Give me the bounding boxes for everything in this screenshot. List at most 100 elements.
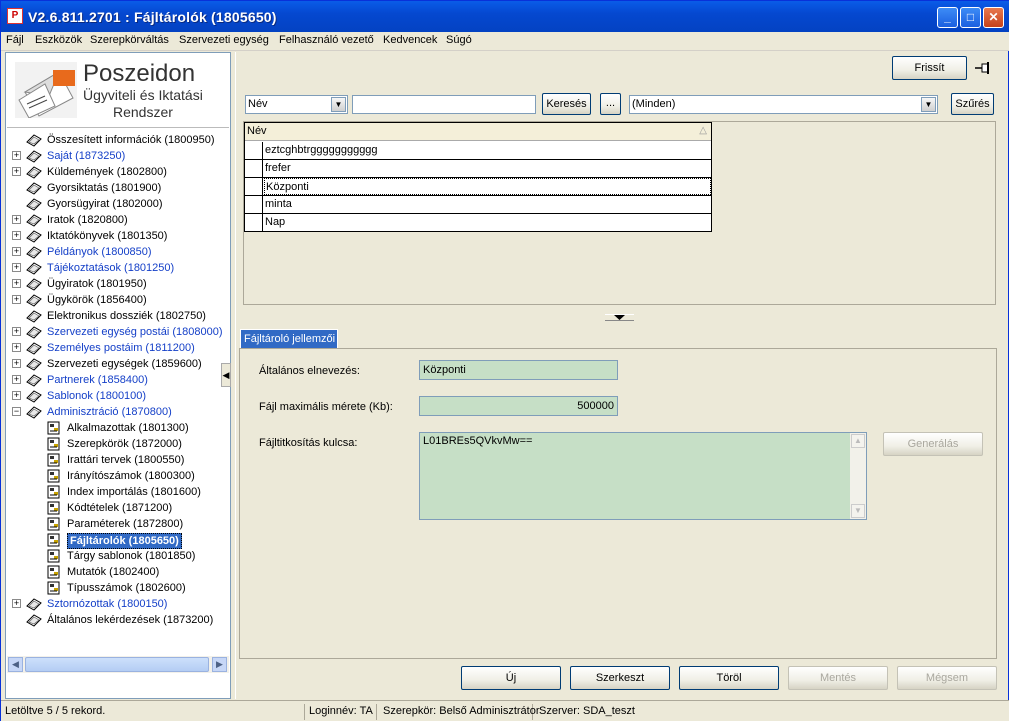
- search-field-select[interactable]: Név ▼: [245, 95, 348, 114]
- expand-icon[interactable]: +: [12, 327, 21, 336]
- folder-icon: [26, 198, 42, 211]
- chevron-down-icon[interactable]: ▼: [921, 97, 936, 112]
- tree-item-label: Irattári tervek (1800550): [67, 454, 185, 466]
- folder-icon: [26, 342, 42, 355]
- module-icon: [47, 517, 60, 531]
- scroll-down-icon[interactable]: ▼: [851, 504, 865, 518]
- title-bar[interactable]: P V2.6.811.2701 : Fájltárolók (1805650) …: [1, 1, 1009, 33]
- tree-item-label: Szerepkörök (1872000): [67, 438, 182, 450]
- tree-horizontal-scrollbar[interactable]: ◀ ▶: [7, 656, 229, 673]
- expand-down-icon: [614, 315, 625, 320]
- cancel-button[interactable]: Mégsem: [897, 666, 997, 690]
- sort-icon: △: [699, 125, 707, 136]
- table-row[interactable]: Nap: [245, 214, 711, 232]
- pin-icon[interactable]: [974, 61, 992, 75]
- logo-subtitle: Ügyviteli és Iktatási: [83, 87, 203, 103]
- tree-item-label: Tájékoztatások (1801250): [47, 262, 175, 274]
- tree-item-label: Iratok (1820800): [47, 214, 128, 226]
- minimize-button[interactable]: _: [937, 7, 958, 28]
- module-icon: [47, 453, 60, 467]
- menu-tools[interactable]: Eszközök: [35, 34, 82, 46]
- table-row[interactable]: Központi: [245, 178, 711, 196]
- menu-user-leader[interactable]: Felhasználó vezető: [279, 34, 374, 46]
- close-button[interactable]: ✕: [983, 7, 1004, 28]
- max-size-field[interactable]: 500000: [419, 396, 618, 416]
- envelope-logo-icon: [15, 62, 77, 118]
- table-row[interactable]: frefer: [245, 160, 711, 178]
- scroll-right-icon[interactable]: ▶: [212, 657, 227, 672]
- logo-subtitle-2: Rendszer: [113, 104, 173, 120]
- expand-icon[interactable]: +: [12, 215, 21, 224]
- scroll-up-icon[interactable]: ▲: [851, 434, 865, 448]
- module-icon: [47, 485, 60, 499]
- navigation-tree: Összesített információk (1800950) + Saját …: [6, 132, 228, 652]
- menu-help[interactable]: Súgó: [446, 34, 472, 46]
- row-selector[interactable]: [245, 142, 263, 159]
- scroll-left-icon[interactable]: ◀: [8, 657, 23, 672]
- menu-org-unit[interactable]: Szervezeti egység: [179, 34, 269, 46]
- table-row[interactable]: minta: [245, 196, 711, 214]
- folder-icon: [26, 166, 42, 179]
- maximize-button[interactable]: □: [960, 7, 981, 28]
- encryption-key-field[interactable]: L01BREs5QVkvMw== ▲ ▼: [419, 432, 867, 520]
- scroll-thumb[interactable]: [25, 657, 209, 672]
- edit-button[interactable]: Szerkeszt: [570, 666, 670, 690]
- expand-icon[interactable]: +: [12, 343, 21, 352]
- search-input[interactable]: [352, 95, 536, 114]
- filter-button[interactable]: Szűrés: [951, 93, 994, 115]
- role-status: Szerepkör: Belső Adminisztrátor: [383, 704, 540, 720]
- expand-icon[interactable]: +: [12, 599, 21, 608]
- window-title: V2.6.811.2701 : Fájltárolók (1805650): [28, 9, 277, 25]
- menu-role-switch[interactable]: Szerepkörváltás: [90, 34, 169, 46]
- expand-icon[interactable]: +: [12, 279, 21, 288]
- expand-icon[interactable]: +: [12, 263, 21, 272]
- grid-column-header[interactable]: Név △: [245, 123, 711, 141]
- panel-splitter[interactable]: [605, 314, 634, 321]
- refresh-button[interactable]: Frissít: [892, 56, 967, 80]
- chevron-down-icon[interactable]: ▼: [331, 97, 346, 112]
- expand-icon[interactable]: +: [12, 391, 21, 400]
- filter-select[interactable]: (Minden) ▼: [629, 95, 938, 114]
- tab-storage-properties[interactable]: Fájltároló jellemzői: [240, 329, 338, 349]
- table-row[interactable]: eztcghbtrggggggggggg: [245, 142, 711, 160]
- folder-icon: [26, 294, 42, 307]
- module-icon: [47, 549, 60, 563]
- collapse-icon[interactable]: −: [12, 407, 21, 416]
- menu-favorites[interactable]: Kedvencek: [383, 34, 437, 46]
- folder-icon: [26, 390, 42, 403]
- row-selector[interactable]: [245, 196, 263, 213]
- expand-icon[interactable]: +: [12, 247, 21, 256]
- row-selector[interactable]: [245, 160, 263, 177]
- tree-item-label: Elektronikus dossziék (1802750): [47, 310, 206, 322]
- expand-icon[interactable]: +: [12, 151, 21, 160]
- new-button[interactable]: Új: [461, 666, 561, 690]
- save-button[interactable]: Mentés: [788, 666, 888, 690]
- row-selector[interactable]: [245, 214, 263, 231]
- tree-item-label: Sablonok (1800100): [47, 390, 147, 402]
- storage-grid: Név △ eztcghbtrggggggggggg frefer Központi…: [244, 122, 712, 232]
- folder-icon: [26, 134, 42, 147]
- module-icon: [47, 501, 60, 515]
- collapse-pane-button[interactable]: ◀: [221, 363, 231, 387]
- generate-button[interactable]: Generálás: [883, 432, 983, 456]
- folder-icon: [26, 278, 42, 291]
- expand-icon[interactable]: +: [12, 167, 21, 176]
- search-button[interactable]: Keresés: [542, 93, 591, 115]
- menu-file[interactable]: Fájl: [6, 34, 24, 46]
- more-options-button[interactable]: ...: [600, 93, 621, 115]
- navigation-pane: Poszeidon Ügyviteli és Iktatási Rendszer…: [5, 52, 231, 699]
- login-name: Loginnév: TA: [309, 704, 377, 720]
- expand-icon[interactable]: +: [12, 295, 21, 304]
- row-selector[interactable]: [245, 178, 263, 195]
- expand-icon[interactable]: +: [12, 359, 21, 368]
- tree-item-label: Iktatókönyvek (1801350): [47, 230, 168, 242]
- delete-button[interactable]: Töröl: [679, 666, 779, 690]
- expand-icon[interactable]: +: [12, 375, 21, 384]
- memo-vertical-scrollbar[interactable]: ▲ ▼: [850, 433, 866, 519]
- column-name-label: Név: [247, 125, 267, 137]
- name-field[interactable]: Központi: [419, 360, 618, 380]
- tree-item-label: Típusszámok (1802600): [67, 582, 186, 594]
- tree-item-label: Index importálás (1801600): [67, 486, 201, 498]
- tree-item-label: Gyorsügyirat (1802000): [47, 198, 163, 210]
- expand-icon[interactable]: +: [12, 231, 21, 240]
